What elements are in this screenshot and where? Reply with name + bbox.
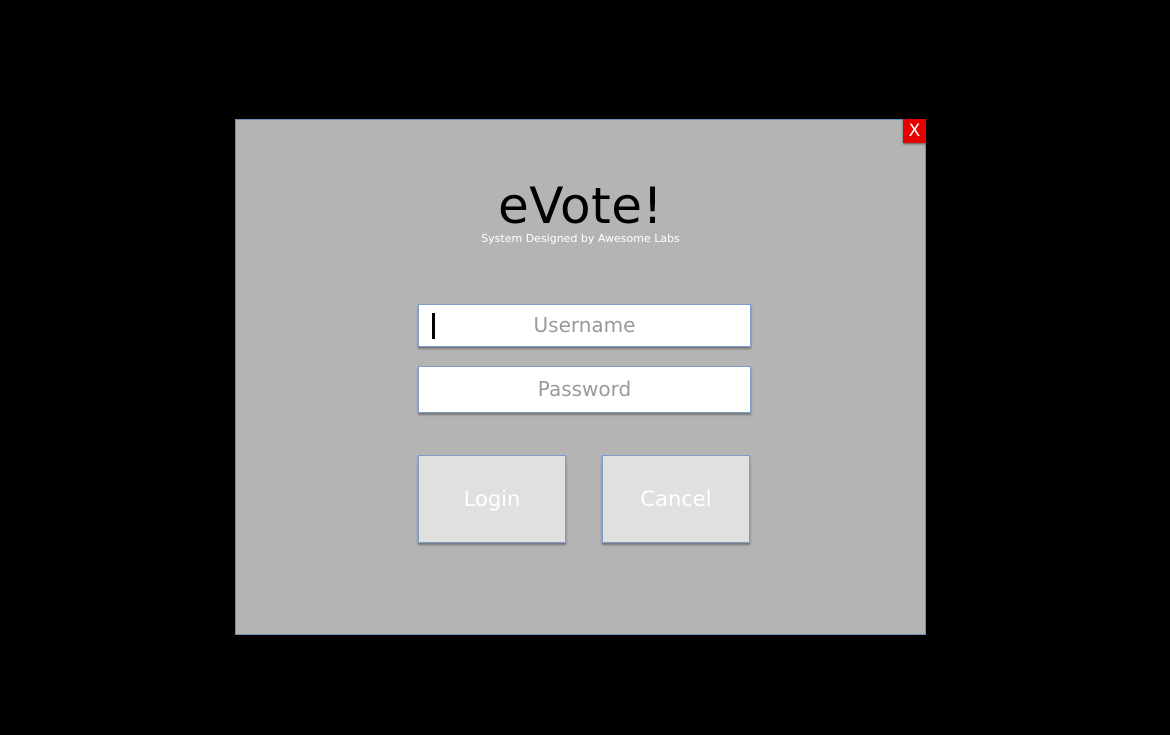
password-input[interactable]: Password [418, 366, 751, 413]
text-cursor [432, 313, 435, 339]
screen-background: X eVote! System Designed by Awesome Labs… [0, 0, 1170, 735]
cancel-button[interactable]: Cancel [602, 455, 750, 543]
close-button[interactable]: X [903, 119, 926, 143]
app-subtitle: System Designed by Awesome Labs [481, 232, 680, 245]
username-input[interactable]: Username [418, 304, 751, 347]
app-title: eVote! [497, 177, 664, 235]
login-dialog: X eVote! System Designed by Awesome Labs… [235, 119, 926, 635]
password-placeholder: Password [537, 377, 632, 401]
login-button[interactable]: Login [418, 455, 566, 543]
username-placeholder: Username [533, 313, 636, 337]
